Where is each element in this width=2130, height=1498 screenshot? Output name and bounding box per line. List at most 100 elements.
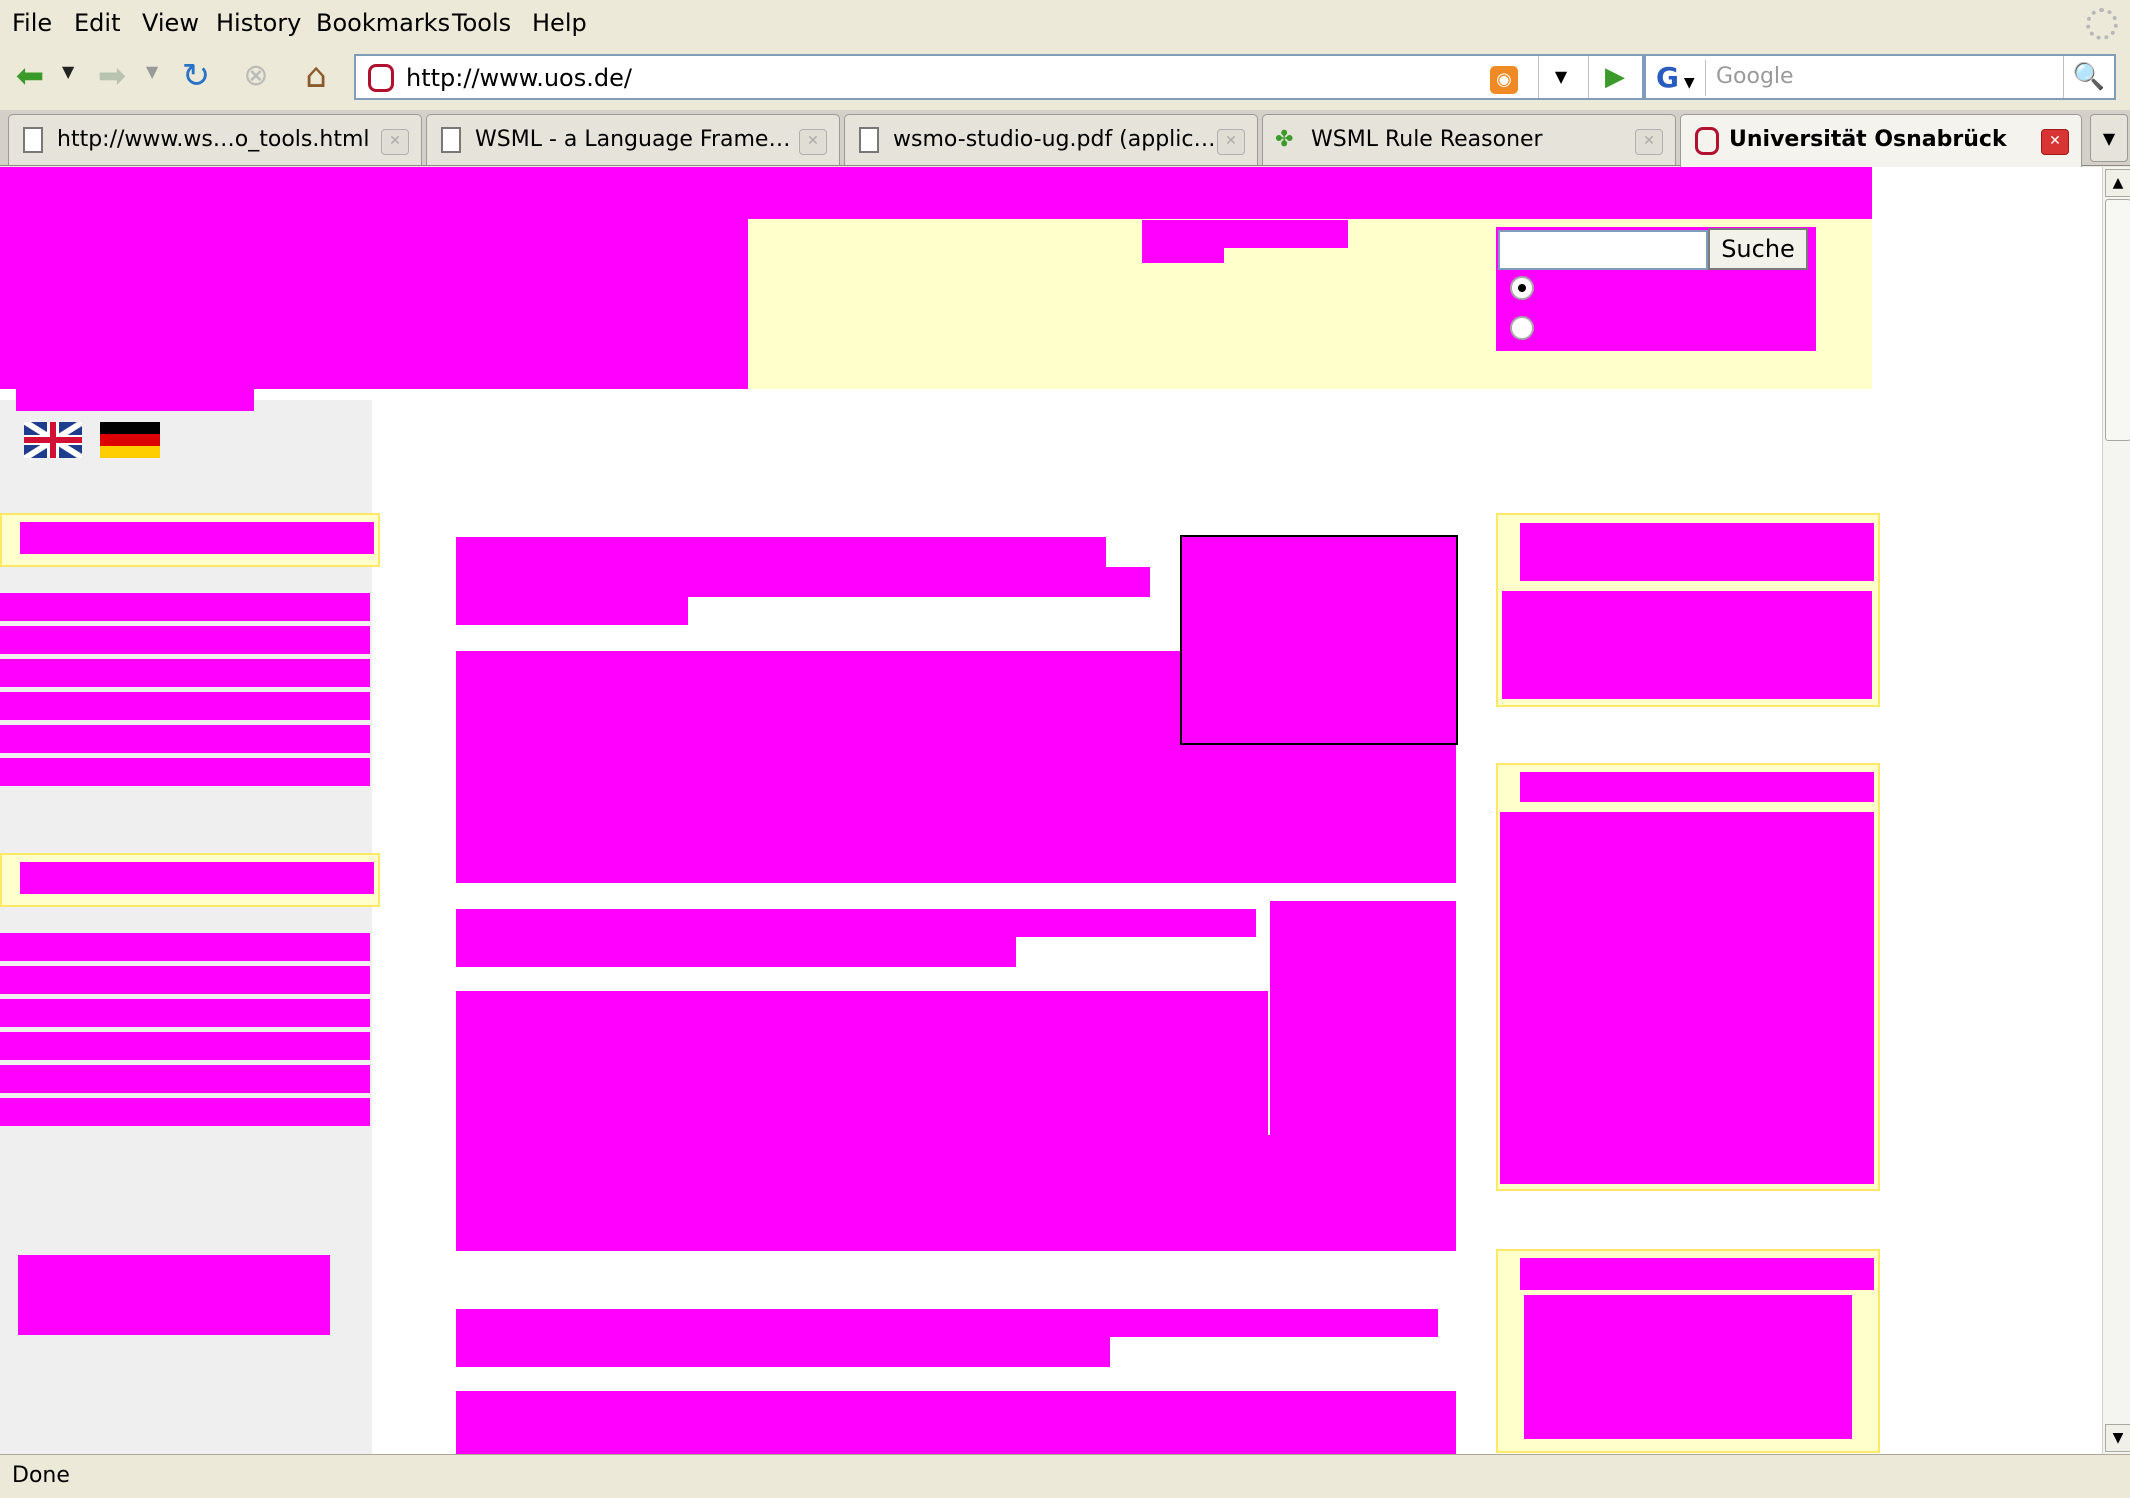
redacted-article-body	[456, 1135, 1456, 1251]
english-flag-icon[interactable]	[24, 422, 82, 458]
menu-bookmarks[interactable]: Bookmarks	[316, 9, 450, 37]
redacted-article-headline[interactable]	[456, 1337, 1110, 1367]
address-bar[interactable]: http://www.uos.de/ ◉ ▼ ▶	[354, 54, 1644, 100]
search-scope-radio-2[interactable]	[1510, 316, 1534, 340]
close-tab-icon[interactable]: ✕	[1635, 129, 1663, 155]
redacted-nav-link[interactable]	[0, 626, 370, 654]
university-seal-icon	[368, 64, 394, 92]
rss-feed-icon[interactable]: ◉	[1490, 66, 1518, 94]
menu-help[interactable]: Help	[532, 9, 587, 37]
redacted-box-content[interactable]	[1502, 591, 1872, 699]
close-tab-icon[interactable]: ✕	[799, 129, 827, 155]
close-tab-icon[interactable]: ✕	[381, 129, 409, 155]
google-icon: G	[1656, 61, 1679, 94]
tab-strip: http://www.ws…o_tools.html ✕ WSML - a La…	[0, 110, 2130, 167]
document-icon	[441, 127, 461, 153]
redacted-article-headline[interactable]	[456, 909, 1256, 937]
redacted-nav-link[interactable]	[0, 725, 370, 753]
scroll-down-arrow-icon[interactable]: ▼	[2105, 1424, 2130, 1452]
tab-wsml-rule-reasoner[interactable]: ✤ WSML Rule Reasoner ✕	[1262, 114, 1676, 165]
reload-button[interactable]: ↻	[176, 56, 216, 96]
menu-tools[interactable]: Tools	[452, 9, 511, 37]
status-bar: Done	[0, 1454, 2130, 1498]
tab-list-dropdown[interactable]: ▼	[2090, 114, 2128, 162]
redacted-box-heading	[1520, 772, 1874, 802]
redacted-article-headline[interactable]	[456, 597, 688, 625]
site-search-input[interactable]	[1498, 230, 1708, 270]
redacted-box-content[interactable]	[1500, 812, 1874, 1184]
menu-file[interactable]: File	[12, 9, 52, 37]
redacted-header-link[interactable]	[1142, 220, 1348, 248]
document-icon	[859, 127, 879, 153]
menu-bar: File Edit View History Bookmarks Tools H…	[0, 0, 2130, 46]
redacted-header-link-2[interactable]	[1142, 248, 1224, 263]
status-text: Done	[12, 1463, 70, 1488]
redacted-article-body	[456, 745, 1456, 883]
redacted-nav-link[interactable]	[0, 933, 370, 961]
redacted-nav-link[interactable]	[0, 593, 370, 621]
puzzle-icon: ✤	[1275, 127, 1294, 152]
redacted-article-headline[interactable]	[456, 567, 1150, 597]
tab-label: WSML - a Language Frame…	[475, 127, 791, 152]
redacted-nav-link[interactable]	[0, 659, 370, 687]
tab-label: wsmo-studio-ug.pdf (applic…	[893, 127, 1216, 152]
redacted-left-banner[interactable]	[18, 1255, 330, 1335]
redacted-article-body	[456, 651, 1180, 745]
redacted-box-heading	[1520, 523, 1874, 581]
document-icon	[23, 127, 43, 153]
back-history-dropdown[interactable]: ▼	[62, 62, 74, 81]
redacted-logo	[0, 219, 748, 389]
redacted-article-image	[1270, 901, 1456, 1135]
redacted-nav-link[interactable]	[0, 692, 370, 720]
redacted-header-bar	[0, 167, 1872, 219]
home-button[interactable]: ⌂	[296, 56, 336, 96]
redacted-tagline	[16, 389, 254, 411]
go-button[interactable]: ▶	[1588, 56, 1641, 98]
tab-label: WSML Rule Reasoner	[1311, 127, 1543, 152]
redacted-nav-link[interactable]	[0, 1098, 370, 1126]
search-scope-radio-1[interactable]	[1510, 276, 1534, 300]
tab-wsml-language[interactable]: WSML - a Language Frame… ✕	[426, 114, 840, 165]
tab-label: Universität Osnabrück	[1729, 127, 2007, 152]
redacted-article-body	[456, 1391, 1456, 1454]
redacted-nav-heading	[20, 522, 374, 554]
redacted-box-heading	[1520, 1258, 1874, 1290]
forward-button[interactable]: ➡	[92, 56, 132, 96]
tab-label: http://www.ws…o_tools.html	[57, 127, 370, 152]
redacted-nav-link[interactable]	[0, 966, 370, 994]
redacted-nav-link[interactable]	[0, 1032, 370, 1060]
redacted-nav-link[interactable]	[0, 758, 370, 786]
tab-wsmo-tools[interactable]: http://www.ws…o_tools.html ✕	[8, 114, 422, 165]
redacted-article-headline[interactable]	[456, 937, 1016, 967]
redacted-nav-link[interactable]	[0, 999, 370, 1027]
close-tab-icon[interactable]: ✕	[2041, 129, 2069, 155]
menu-history[interactable]: History	[216, 9, 301, 37]
redacted-nav-link[interactable]	[0, 1065, 370, 1093]
redacted-article-headline[interactable]	[456, 1309, 1438, 1337]
menu-view[interactable]: View	[142, 9, 199, 37]
vertical-scrollbar[interactable]: ▲ ▼	[2102, 167, 2130, 1454]
scrollbar-thumb[interactable]	[2105, 199, 2130, 441]
close-tab-icon[interactable]: ✕	[1217, 129, 1245, 155]
search-engine-selector[interactable]: G ▼	[1650, 60, 1706, 96]
menu-edit[interactable]: Edit	[74, 9, 120, 37]
forward-history-dropdown[interactable]: ▼	[146, 62, 158, 81]
university-seal-icon	[1695, 127, 1719, 155]
url-history-dropdown[interactable]: ▼	[1538, 56, 1583, 98]
redacted-article-headline[interactable]	[456, 537, 1106, 567]
tab-universitaet-osnabrueck[interactable]: Universität Osnabrück ✕	[1680, 114, 2082, 167]
search-icon[interactable]: 🔍	[2063, 56, 2114, 98]
web-search-input[interactable]: Google	[1716, 64, 1794, 89]
page-viewport	[0, 167, 2102, 1454]
suche-button[interactable]: Suche	[1708, 228, 1808, 270]
german-flag-icon[interactable]	[100, 422, 160, 458]
back-button[interactable]: ⬅	[10, 56, 50, 96]
web-search-box[interactable]: G ▼ Google 🔍	[1644, 54, 2116, 100]
redacted-article-image	[1180, 535, 1458, 745]
scroll-up-arrow-icon[interactable]: ▲	[2105, 169, 2130, 197]
redacted-box-content[interactable]	[1524, 1295, 1852, 1439]
tab-wsmo-studio-pdf[interactable]: wsmo-studio-ug.pdf (applic… ✕	[844, 114, 1258, 165]
url-input[interactable]: http://www.uos.de/	[406, 64, 632, 92]
redacted-article-body	[456, 991, 1268, 1135]
stop-button[interactable]: ⊗	[236, 56, 276, 96]
